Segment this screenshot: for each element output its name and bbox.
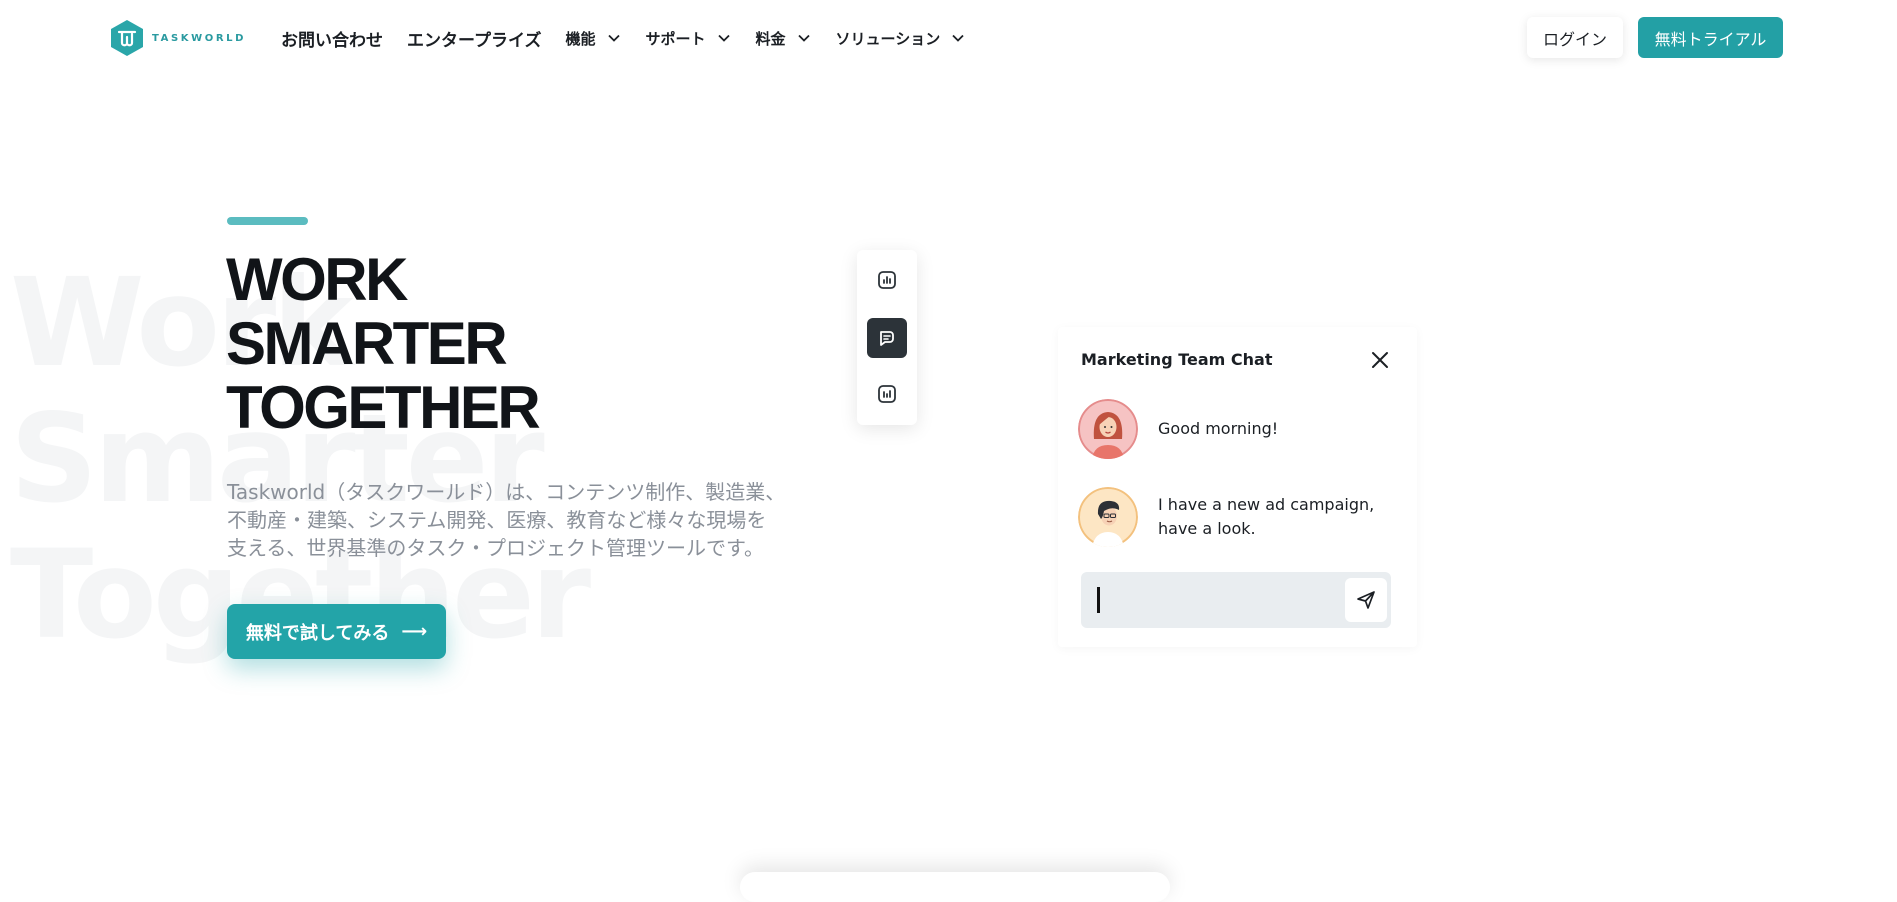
chat-panel: Marketing Team Chat Good morning! I have… [1058,327,1417,647]
chat-message-input[interactable] [1081,572,1391,628]
hero-description: Taskworld（タスクワールド）は、コンテンツ制作、製造業、 不動産・建築、… [227,478,787,562]
nav-enterprise-label: エンタープライズ [407,30,542,51]
feature-toolbar [857,250,917,425]
nav-features[interactable]: 機能 [565,28,620,49]
next-section-card [740,872,1170,902]
woman-avatar-icon [1078,399,1138,459]
avatar [1078,487,1138,547]
toolbar-chat-button[interactable] [867,318,907,358]
nav-contact-label: お問い合わせ [281,30,383,51]
chat-message: Good morning! [1078,399,1378,459]
try-free-label: 無料で試してみる [245,622,390,644]
description-line-1: Taskworld（タスクワールド）は、コンテンツ制作、製造業、 [227,480,786,504]
headline-line-3: TOGETHER [226,374,541,441]
login-button[interactable]: ログイン [1527,17,1623,58]
nav-support[interactable]: サポート [646,28,730,49]
send-icon [1357,591,1375,609]
chart-icon [878,271,896,289]
nav-solutions-label: ソリューション [835,29,941,48]
toolbar-chart-button-2[interactable] [867,374,907,414]
accent-bar [227,217,308,225]
headline-line-2: SMARTER [226,310,508,377]
nav-contact[interactable]: お問い合わせ [281,26,383,51]
headline-line-1: WORK [226,246,408,313]
site-header: TASKWORLD お問い合わせ エンタープライズ 機能 サポート 料金 ソリュ… [0,0,1897,76]
close-icon[interactable] [1370,350,1390,370]
nav-support-label: サポート [645,29,706,48]
nav-pricing-label: 料金 [755,29,786,48]
chart-icon [878,385,896,403]
logo-wordmark: TASKWORLD [152,32,247,44]
toolbar-chart-button[interactable] [867,260,907,300]
chevron-down-icon [797,34,810,42]
nav-solutions[interactable]: ソリューション [836,28,965,49]
chat-icon [880,331,894,346]
chevron-down-icon [952,34,964,42]
description-line-3: 支える、世界基準のタスク・プロジェクト管理ツールです。 [227,536,764,560]
nav-enterprise[interactable]: エンタープライズ [407,26,541,51]
main-nav: お問い合わせ エンタープライズ 機能 サポート 料金 ソリューション [281,24,990,52]
free-trial-button[interactable]: 無料トライアル [1638,17,1783,58]
arrow-right-icon: ⟶ [401,621,428,642]
chat-message: I have a new ad campaign, have a look. [1078,487,1378,547]
taskworld-logo[interactable]: TASKWORLD [110,19,246,57]
hero-headline: WORK SMARTER TOGETHER [226,246,541,441]
avatar [1078,399,1138,459]
chat-title: Marketing Team Chat [1081,350,1273,369]
description-line-2: 不動産・建築、システム開発、医療、教育など様々な現場を [227,508,767,532]
send-button[interactable] [1345,578,1387,622]
chat-message-text: Good morning! [1158,419,1279,438]
text-caret [1097,587,1100,613]
chat-message-text: I have a new ad campaign, have a look. [1158,495,1375,538]
man-avatar-icon [1078,487,1138,547]
chevron-down-icon [717,34,730,42]
nav-features-label: 機能 [565,29,596,48]
taskworld-logo-icon [111,20,143,56]
try-free-button[interactable]: 無料で試してみる ⟶ [227,604,446,659]
nav-pricing[interactable]: 料金 [756,28,810,49]
chevron-down-icon [607,34,620,42]
